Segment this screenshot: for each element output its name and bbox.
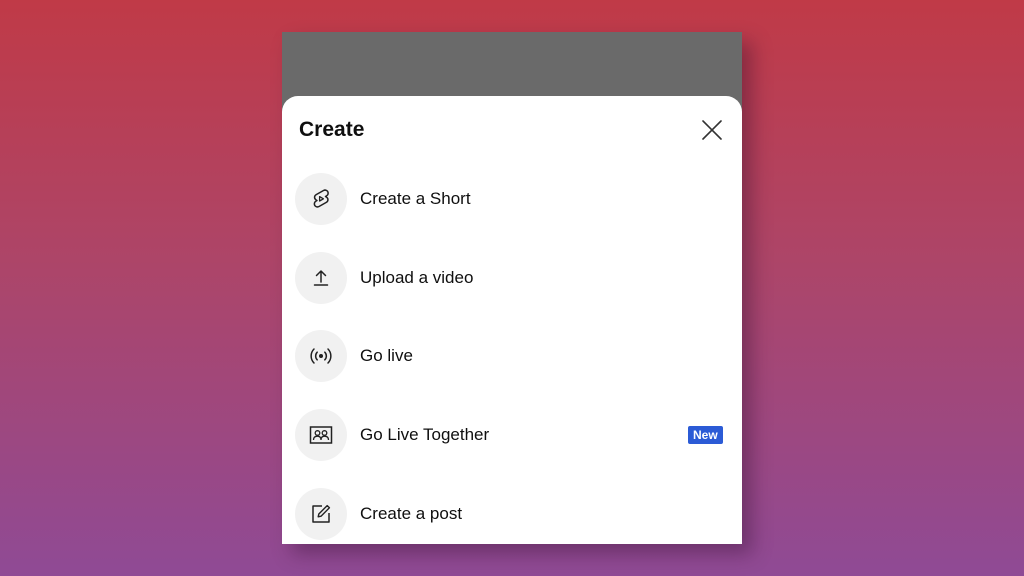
sheet-header: Create bbox=[282, 96, 742, 162]
close-icon bbox=[702, 120, 722, 140]
create-bottom-sheet: Create Create a Short Upload a video Go … bbox=[282, 96, 742, 544]
go-live-icon-circle bbox=[295, 330, 347, 382]
create-post-icon-circle bbox=[295, 488, 347, 540]
edit-post-icon bbox=[312, 504, 331, 523]
upload-video-icon-circle bbox=[295, 252, 347, 304]
live-broadcast-icon bbox=[310, 348, 332, 364]
upload-icon bbox=[313, 270, 329, 286]
menu-item-label: Go live bbox=[360, 346, 413, 365]
menu-item-label: Create a Short bbox=[360, 189, 471, 208]
menu-item-go-live[interactable]: Go live bbox=[282, 325, 742, 387]
shorts-icon bbox=[313, 189, 329, 208]
menu-item-label: Go Live Together bbox=[360, 425, 490, 444]
phone-screen: Create Create a Short Upload a video Go … bbox=[282, 32, 742, 544]
menu-item-create-post[interactable]: Create a post bbox=[282, 483, 742, 544]
menu-item-label: Create a post bbox=[360, 504, 463, 523]
go-live-together-icon-circle bbox=[295, 409, 347, 461]
menu-item-upload-video[interactable]: Upload a video bbox=[282, 247, 742, 309]
menu-item-create-short[interactable]: Create a Short bbox=[282, 168, 742, 230]
menu-item-label: Upload a video bbox=[360, 268, 474, 287]
live-together-icon bbox=[309, 426, 333, 444]
close-button[interactable] bbox=[696, 114, 728, 146]
sheet-title: Create bbox=[299, 118, 365, 141]
create-short-icon-circle bbox=[295, 173, 347, 225]
menu-item-go-live-together[interactable]: Go Live Together New bbox=[282, 404, 742, 466]
new-badge: New bbox=[688, 426, 723, 444]
